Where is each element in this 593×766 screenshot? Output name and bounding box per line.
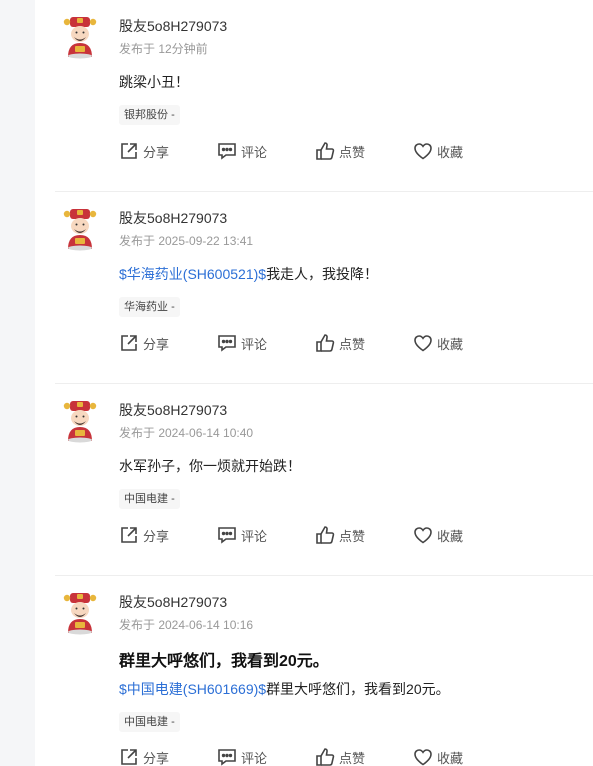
like-label: 点赞 <box>339 528 366 544</box>
collect-label: 收藏 <box>437 528 464 544</box>
stock-tag-suffix: - <box>171 109 175 121</box>
share-label: 分享 <box>143 528 170 544</box>
post-actions: 分享 评论 点赞 收藏 <box>119 140 519 162</box>
comment-label: 评论 <box>241 144 268 160</box>
post-card: 股友5o8H279073 发布于 12分钟前 跳梁小丑！ 银邦股份 - 分享 评… <box>55 0 593 192</box>
post-title[interactable]: 群里大呼悠们，我看到20元。 <box>119 647 329 671</box>
stock-tag[interactable]: 中国电建 - <box>119 712 180 732</box>
collect-button[interactable]: 收藏 <box>413 140 463 162</box>
comment-button[interactable]: 评论 <box>217 746 267 766</box>
post-content[interactable]: $华海药业(SH600521)$我走人，我投降！ <box>119 264 378 284</box>
collect-button[interactable]: 收藏 <box>413 524 463 546</box>
collect-icon <box>414 143 432 160</box>
post-feed: 股友5o8H279073 发布于 12分钟前 跳梁小丑！ 银邦股份 - 分享 评… <box>35 0 593 766</box>
share-icon <box>121 335 137 351</box>
post-text: 水军孙子，你一烦就开始跌！ <box>119 458 301 474</box>
comment-label: 评论 <box>241 336 268 352</box>
collect-label: 收藏 <box>437 336 464 352</box>
post-card: 股友5o8H279073 发布于 2024-06-14 10:40 水军孙子，你… <box>55 384 593 576</box>
post-time: 发布于 12分钟前 <box>119 42 208 56</box>
author-name[interactable]: 股友5o8H279073 <box>119 592 227 612</box>
post-actions: 分享 评论 点赞 收藏 <box>119 332 519 354</box>
stock-link[interactable]: $中国电建(SH601669)$ <box>119 681 266 697</box>
comment-icon <box>218 335 236 352</box>
post-text: 我走人，我投降！ <box>266 266 379 282</box>
stock-tag[interactable]: 中国电建 - <box>119 489 180 509</box>
post-content[interactable]: 水军孙子，你一烦就开始跌！ <box>119 456 301 476</box>
comment-button[interactable]: 评论 <box>217 332 267 354</box>
post-content[interactable]: $中国电建(SH601669)$群里大呼悠们，我看到20元。 <box>119 679 450 699</box>
post-time: 发布于 2024-06-14 10:16 <box>119 618 254 632</box>
comment-label: 评论 <box>241 750 268 766</box>
collect-icon <box>414 527 432 544</box>
post-actions: 分享 评论 点赞 收藏 <box>119 746 519 766</box>
collect-icon <box>414 749 432 766</box>
like-button[interactable]: 点赞 <box>315 746 365 766</box>
comment-button[interactable]: 评论 <box>217 524 267 546</box>
like-button[interactable]: 点赞 <box>315 332 365 354</box>
like-label: 点赞 <box>339 144 366 160</box>
stock-tag[interactable]: 华海药业 - <box>119 297 180 317</box>
comment-button[interactable]: 评论 <box>217 140 267 162</box>
author-name[interactable]: 股友5o8H279073 <box>119 400 227 420</box>
stock-tag-suffix: - <box>171 301 175 313</box>
post-card: 股友5o8H279073 发布于 2025-09-22 13:41 $华海药业(… <box>55 192 593 384</box>
stock-tag-label: 银邦股份 <box>124 109 168 121</box>
stock-link[interactable]: $华海药业(SH600521)$ <box>119 266 266 282</box>
like-button[interactable]: 点赞 <box>315 140 365 162</box>
like-icon <box>316 748 335 766</box>
share-icon <box>121 749 137 765</box>
share-icon <box>121 527 137 543</box>
share-label: 分享 <box>143 336 170 352</box>
like-icon <box>316 334 335 352</box>
avatar[interactable] <box>63 591 97 635</box>
stock-tag-label: 中国电建 <box>124 493 168 505</box>
like-icon <box>316 526 335 544</box>
post-content[interactable]: 跳梁小丑！ <box>119 72 189 92</box>
comment-icon <box>218 527 236 544</box>
avatar[interactable] <box>63 207 97 251</box>
post-text: 跳梁小丑！ <box>119 74 189 90</box>
share-button[interactable]: 分享 <box>119 524 169 546</box>
share-label: 分享 <box>143 144 170 160</box>
collect-button[interactable]: 收藏 <box>413 746 463 766</box>
avatar[interactable] <box>63 15 97 59</box>
share-button[interactable]: 分享 <box>119 140 169 162</box>
share-label: 分享 <box>143 750 170 766</box>
collect-label: 收藏 <box>437 750 464 766</box>
like-button[interactable]: 点赞 <box>315 524 365 546</box>
post-card: 股友5o8H279073 发布于 2024-06-14 10:16 群里大呼悠们… <box>55 576 593 766</box>
author-name[interactable]: 股友5o8H279073 <box>119 208 227 228</box>
post-text: 群里大呼悠们，我看到20元。 <box>266 681 450 697</box>
post-time: 发布于 2024-06-14 10:40 <box>119 426 254 440</box>
collect-icon <box>414 335 432 352</box>
stock-tag-label: 中国电建 <box>124 716 168 728</box>
stock-tag-suffix: - <box>171 716 175 728</box>
author-name[interactable]: 股友5o8H279073 <box>119 16 227 36</box>
comment-label: 评论 <box>241 528 268 544</box>
collect-label: 收藏 <box>437 144 464 160</box>
share-button[interactable]: 分享 <box>119 746 169 766</box>
post-actions: 分享 评论 点赞 收藏 <box>119 524 519 546</box>
share-button[interactable]: 分享 <box>119 332 169 354</box>
stock-tag[interactable]: 银邦股份 - <box>119 105 180 125</box>
stock-tag-suffix: - <box>171 493 175 505</box>
avatar[interactable] <box>63 399 97 443</box>
comment-icon <box>218 749 236 766</box>
stock-tag-label: 华海药业 <box>124 301 168 313</box>
collect-button[interactable]: 收藏 <box>413 332 463 354</box>
like-label: 点赞 <box>339 750 366 766</box>
share-icon <box>121 143 137 159</box>
like-icon <box>316 142 335 160</box>
post-time: 发布于 2025-09-22 13:41 <box>119 234 254 248</box>
comment-icon <box>218 143 236 160</box>
like-label: 点赞 <box>339 336 366 352</box>
